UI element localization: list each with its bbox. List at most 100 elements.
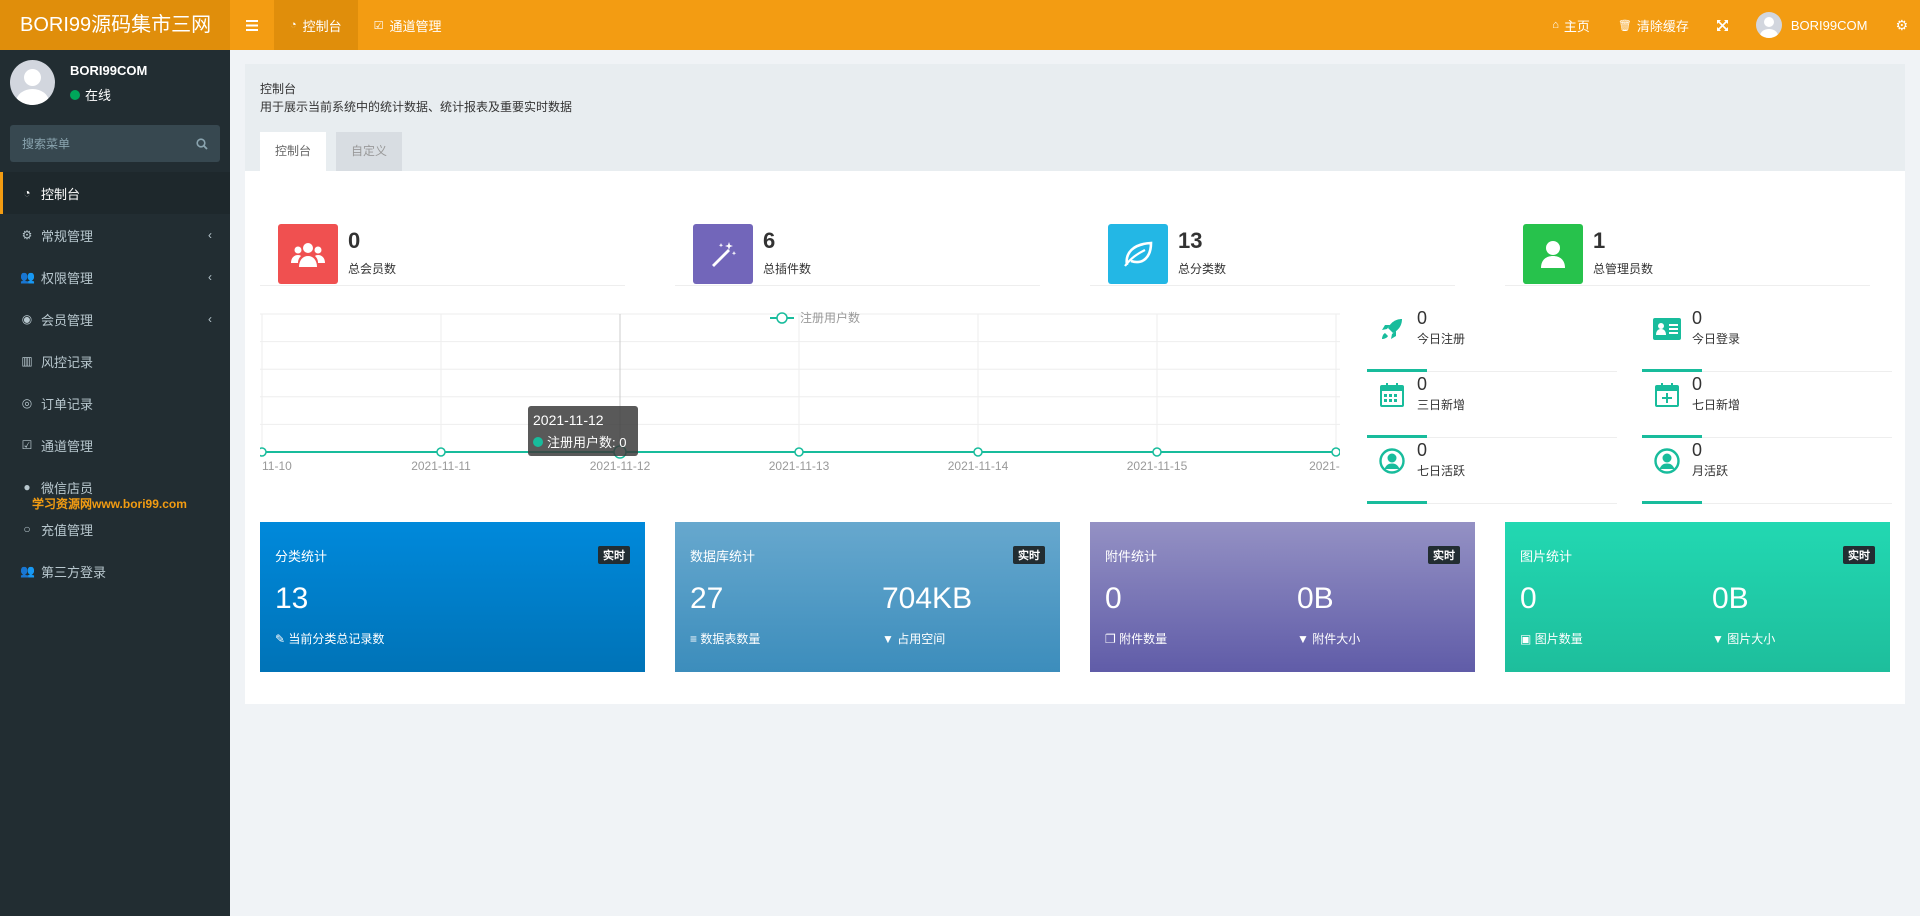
card-label-text: 图片数量 xyxy=(1534,632,1583,646)
card-value: 0B xyxy=(1297,582,1334,615)
card-label: ▼ 附件大小 xyxy=(1297,630,1360,647)
settings-button[interactable]: ⚙ xyxy=(1881,0,1920,50)
sidebar-item-permissions[interactable]: 👥 权限管理 ‹ xyxy=(0,256,230,298)
sidebar-item-label: 订单记录 xyxy=(41,396,94,412)
chevron-left-icon: ‹ xyxy=(208,312,212,326)
sidebar-item-label: 风控记录 xyxy=(41,354,94,370)
card-label-text: 占用空间 xyxy=(897,632,946,646)
mini-stat-seven-day-new: 0 七日新增 xyxy=(1642,372,1892,438)
cogs-icon: ⚙ xyxy=(21,228,33,242)
user-menu-name: BORI99COM xyxy=(1790,17,1868,33)
card-title: 附件统计 xyxy=(1105,549,1158,564)
stat-value: 6 xyxy=(763,228,776,253)
checkbox-icon: ☑ xyxy=(21,438,33,452)
sidebar-item-recharge[interactable]: ○ 充值管理 xyxy=(0,508,230,550)
data-point xyxy=(257,447,267,457)
mini-stat-label: 七日新增 xyxy=(1692,398,1741,412)
mini-stat-value: 0 xyxy=(1692,374,1703,394)
tooltip-title: 2021-11-12 xyxy=(533,412,604,428)
menu-search-input[interactable]: 搜索菜单 xyxy=(10,125,220,162)
search-icon[interactable] xyxy=(196,137,208,150)
stat-total-categories: 13 总分类数 xyxy=(1090,206,1455,286)
stat-label: 总会员数 xyxy=(348,262,397,276)
sidebar-item-label: 控制台 xyxy=(41,186,81,202)
card-value: 27 xyxy=(690,582,724,615)
card-title: 数据库统计 xyxy=(690,549,756,564)
wechat-icon: ● xyxy=(23,480,31,494)
top-tab-channel[interactable]: ☑ 通道管理 xyxy=(358,0,458,50)
realtime-badge: 实时 xyxy=(598,546,630,564)
top-tab-dashboard[interactable]: ◔ 控制台 xyxy=(274,0,358,50)
stat-total-admins: 1 总管理员数 xyxy=(1505,206,1870,286)
home-icon: ⌂ xyxy=(1552,19,1559,31)
mini-stat-label: 月活跃 xyxy=(1692,464,1729,478)
data-point xyxy=(973,447,983,457)
panel-header: 控制台 用于展示当前系统中的统计数据、统计报表及重要实时数据 控制台 自定义 xyxy=(245,64,1905,171)
card-label-text: 当前分类总记录数 xyxy=(288,632,385,646)
x-tick-label: 2021-11-13 xyxy=(769,459,830,473)
vcard-icon xyxy=(1652,314,1682,344)
circle-icon: ○ xyxy=(23,522,31,536)
calendar-plus-icon xyxy=(1652,380,1682,410)
filter-icon: ▼ xyxy=(1297,632,1309,646)
mini-stat-seven-day-active: 0 七日活跃 xyxy=(1367,438,1617,504)
legend-marker xyxy=(776,312,788,324)
mini-stat-today-login: 0 今日登录 xyxy=(1642,306,1892,372)
sidebar-item-risk[interactable]: ▥ 风控记录 xyxy=(0,340,230,382)
mini-stat-label: 今日登录 xyxy=(1692,332,1741,346)
online-status-label: 在线 xyxy=(85,88,112,103)
fullscreen-button[interactable] xyxy=(1703,0,1742,50)
sidebar-item-label: 第三方登录 xyxy=(41,564,107,580)
card-category-stats: 分类统计 实时 13 ✎ 当前分类总记录数 xyxy=(260,522,645,672)
mini-stat-value: 0 xyxy=(1417,308,1428,328)
sidebar-item-members[interactable]: ◉ 会员管理 ‹ xyxy=(0,298,230,340)
sidebar-item-general[interactable]: ⚙ 常规管理 ‹ xyxy=(0,214,230,256)
card-label-text: 附件数量 xyxy=(1119,632,1168,646)
sidebar: BORI99COM 在线 搜索菜单 ◔ 控制台 ⚙ 常规管理 ‹ 👥 权限管理 … xyxy=(0,50,230,916)
user-menu[interactable]: BORI99COM xyxy=(1742,0,1882,50)
home-link[interactable]: ⌂ 主页 xyxy=(1538,0,1604,50)
sidebar-item-label: 常规管理 xyxy=(41,228,94,244)
user-icon xyxy=(1523,224,1583,284)
data-point xyxy=(436,447,446,457)
user-circle-icon: ◉ xyxy=(21,312,33,326)
card-label: ▼ 占用空间 xyxy=(882,630,945,647)
stat-value: 0 xyxy=(348,228,361,253)
sidebar-item-dashboard[interactable]: ◔ 控制台 xyxy=(0,172,230,214)
fullscreen-icon xyxy=(1716,19,1728,31)
card-value: 13 xyxy=(275,582,309,615)
sidebar-item-third-party-login[interactable]: 👥 第三方登录 xyxy=(0,550,230,592)
card-value: 704KB xyxy=(882,582,973,615)
card-label: ✎ 当前分类总记录数 xyxy=(275,630,384,647)
app-logo[interactable]: BORI99源码集市三网 xyxy=(0,0,230,50)
sidebar-item-label: 充值管理 xyxy=(41,522,94,538)
stat-value: 13 xyxy=(1178,228,1203,253)
tab-custom[interactable]: 自定义 xyxy=(336,132,403,171)
x-tick-label: 2021-11-1 xyxy=(1309,459,1340,473)
data-point xyxy=(1152,447,1162,457)
x-tick-label: 2021-11-12 xyxy=(590,459,651,473)
card-label: ▼ 图片大小 xyxy=(1712,630,1775,647)
sidebar-item-channel[interactable]: ☑ 通道管理 xyxy=(0,424,230,466)
calendar-icon xyxy=(1377,380,1407,410)
sidebar-item-orders[interactable]: ◎ 订单记录 xyxy=(0,382,230,424)
dashboard-panel: 控制台 用于展示当前系统中的统计数据、统计报表及重要实时数据 控制台 自定义 0… xyxy=(245,64,1905,704)
tab-dashboard[interactable]: 控制台 xyxy=(260,132,327,171)
dashboard-icon: ◔ xyxy=(290,19,297,31)
trash-icon: 🗑 xyxy=(1617,19,1632,32)
group-icon: 👥 xyxy=(20,270,35,284)
top-navbar: BORI99源码集市三网 ◔ 控制台 ☑ 通道管理 ⌂ 主页 🗑 清除缓存 BO… xyxy=(0,0,1920,50)
x-tick-label: 2021-11-15 xyxy=(1127,459,1188,473)
realtime-badge: 实时 xyxy=(1843,546,1875,564)
avatar xyxy=(1755,12,1782,38)
online-status: 在线 xyxy=(70,85,111,104)
filter-icon: ▼ xyxy=(1712,632,1724,646)
tooltip-text: 注册用户数: 0 xyxy=(547,435,626,450)
magic-icon: ✎ xyxy=(275,632,286,646)
sidebar-item-label: 会员管理 xyxy=(41,312,94,328)
users-icon: 👥 xyxy=(20,564,35,578)
clear-cache-button[interactable]: 🗑 清除缓存 xyxy=(1604,0,1703,50)
chart-canvas[interactable]: 11-10 2021-11-11 2021-11-12 2021-11-13 2021-… xyxy=(257,306,1363,496)
x-tick-label: 2021-11-11 xyxy=(411,459,471,473)
sidebar-toggle-button[interactable] xyxy=(230,0,274,50)
